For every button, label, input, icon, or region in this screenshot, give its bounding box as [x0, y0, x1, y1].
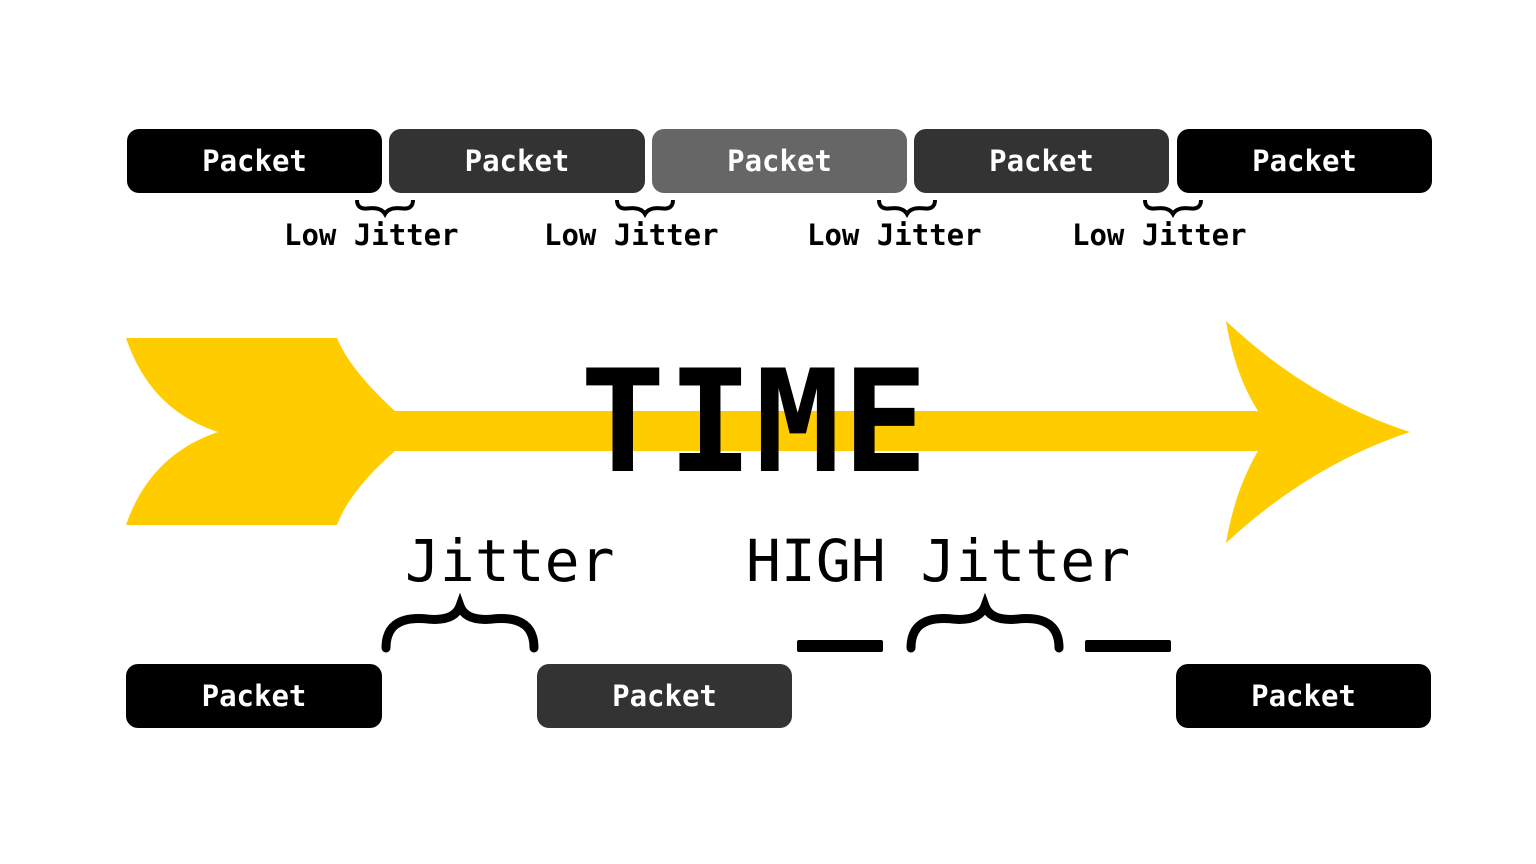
low-jitter-label-4: Low Jitter [1072, 218, 1247, 252]
high-jitter-brace [906, 592, 1064, 653]
packet-label: Packet [464, 144, 570, 178]
top-packet-4: Packet [914, 129, 1169, 193]
arrow-tail [126, 338, 395, 525]
low-jitter-brace-3 [877, 199, 937, 219]
low-jitter-label-1: Low Jitter [284, 218, 459, 252]
low-jitter-label-3: Low Jitter [807, 218, 982, 252]
top-packet-1: Packet [127, 129, 382, 193]
top-packet-2: Packet [389, 129, 645, 193]
bottom-packet-2: Packet [537, 664, 792, 728]
packet-label: Packet [727, 144, 832, 178]
gap-dash-right [1085, 640, 1171, 652]
packet-label: Packet [989, 144, 1094, 178]
bottom-packet-3: Packet [1176, 664, 1431, 728]
jitter-brace [381, 592, 539, 653]
low-jitter-brace-4 [1143, 199, 1203, 219]
packet-label: Packet [612, 679, 717, 713]
packet-label: Packet [202, 144, 307, 178]
packet-label: Packet [1251, 679, 1356, 713]
high-jitter-label: HIGH Jitter [746, 527, 1131, 595]
packet-label: Packet [201, 679, 307, 713]
low-jitter-label-2: Low Jitter [544, 218, 719, 252]
top-packet-5: Packet [1177, 129, 1432, 193]
time-title: TIME [580, 340, 930, 505]
top-packet-3: Packet [652, 129, 907, 193]
gap-dash-left [797, 640, 883, 652]
packet-label: Packet [1252, 144, 1357, 178]
low-jitter-brace-2 [615, 199, 675, 219]
bottom-packet-1: Packet [126, 664, 382, 728]
jitter-label: Jitter [405, 527, 615, 595]
low-jitter-brace-1 [355, 199, 415, 219]
